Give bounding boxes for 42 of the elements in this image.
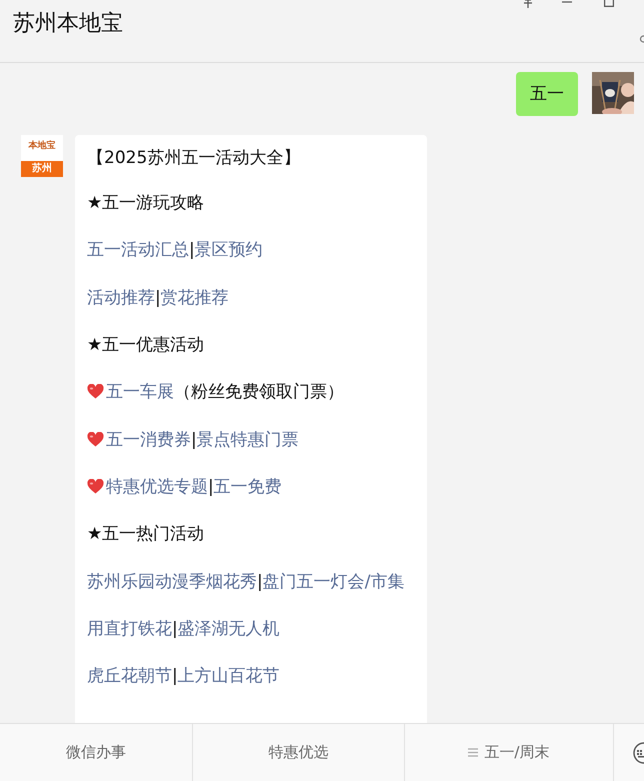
link[interactable]: 景点特惠门票 xyxy=(196,430,299,450)
menu-button[interactable]: 特惠优选 xyxy=(193,724,405,781)
link[interactable]: 赏花推荐 xyxy=(160,288,229,308)
link[interactable]: 五一消费券 xyxy=(106,430,191,450)
message-line: 特惠优选专题|五一免费 xyxy=(106,476,282,498)
link[interactable]: 五一活动汇总 xyxy=(87,240,189,260)
more-icon[interactable] xyxy=(639,35,644,43)
pin-icon[interactable] xyxy=(522,0,534,8)
link[interactable]: 五一免费 xyxy=(214,476,282,497)
link[interactable]: 盛泽湖无人机 xyxy=(178,618,280,639)
minimize-icon[interactable] xyxy=(562,0,572,4)
heart-icon xyxy=(87,432,104,447)
link[interactable]: 用直打铁花 xyxy=(87,618,172,639)
link[interactable]: 上方山百花节 xyxy=(178,666,280,686)
link[interactable]: 特惠优选专题 xyxy=(106,476,208,497)
link[interactable]: 虎丘花朝节 xyxy=(87,666,172,686)
message-line: 五一活动汇总|景区预约 xyxy=(87,239,263,262)
message-line: 【2025苏州五一活动大全】 xyxy=(87,146,300,168)
menu-icon xyxy=(468,748,478,757)
message-line: ★五一游玩攻略 xyxy=(87,192,204,214)
logo-text: 本地宝 xyxy=(28,139,56,153)
menu-button[interactable]: 五一/周末 xyxy=(404,724,614,781)
message-line: 苏州乐园动漫季烟花秀|盘门五一灯会/市集 xyxy=(87,570,404,593)
link[interactable]: 苏州乐园动漫季烟花秀 xyxy=(87,572,257,592)
link[interactable]: 五一车展 xyxy=(106,382,174,402)
message-line: 虎丘花朝节|上方山百花节 xyxy=(87,665,280,688)
link[interactable]: 盘门五一灯会/市集 xyxy=(262,572,404,592)
message-line: 五一消费券|景点特惠门票 xyxy=(106,428,299,451)
maximize-icon[interactable] xyxy=(604,0,614,7)
heart-icon xyxy=(87,384,104,400)
menu-button[interactable]: 微信办事 xyxy=(0,724,194,781)
message-line: 用直打铁花|盛泽湖无人机 xyxy=(87,618,280,640)
link[interactable]: 景区预约 xyxy=(194,240,263,260)
logo-city: 苏州 xyxy=(21,161,63,177)
message-line: ★五一优惠活动 xyxy=(87,334,204,356)
message-line: 活动推荐|赏花推荐 xyxy=(87,286,229,309)
message-line: ★五一热门活动 xyxy=(87,523,204,546)
message-line: 五一车展（粉丝免费领取门票） xyxy=(106,381,344,404)
window-title: 苏州本地宝 xyxy=(13,10,123,38)
sent-message-bubble: 五一 xyxy=(516,72,578,116)
link[interactable]: 活动推荐 xyxy=(87,288,155,308)
heart-icon xyxy=(87,478,104,494)
